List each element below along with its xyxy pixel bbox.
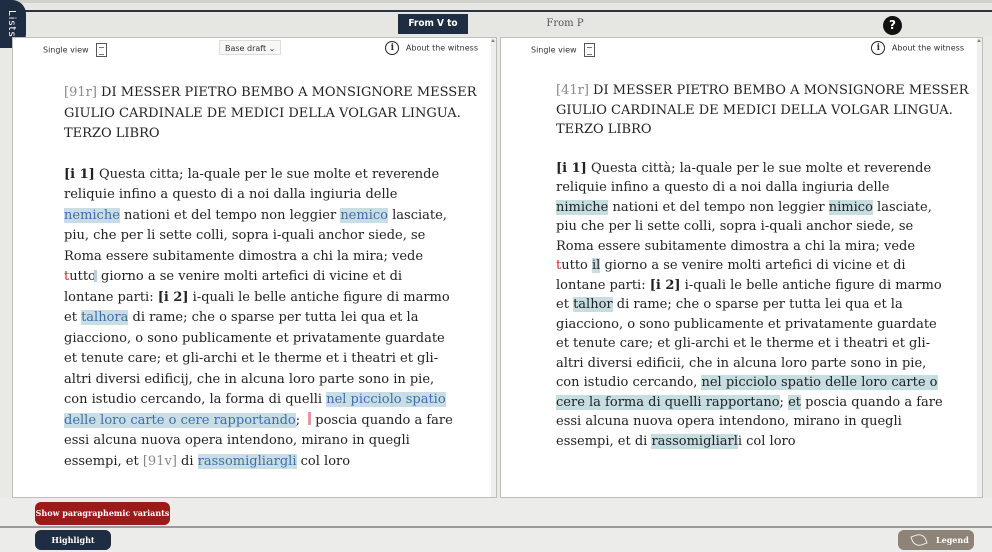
right-paragraph: [i 1] Questa città; la-quale per le sue … xyxy=(556,160,943,449)
legend-button[interactable]: Legend xyxy=(898,530,974,550)
single-view-label: Single view xyxy=(531,45,577,55)
variant-marker[interactable] xyxy=(308,411,312,425)
left-single-view-button[interactable]: Single view xyxy=(43,43,108,57)
variant-highlight[interactable]: rassomigliarl xyxy=(651,433,738,449)
about-witness-label: About the witness xyxy=(405,43,478,53)
left-panel-header: Single view Base draft ⌄ i About the wit… xyxy=(13,38,490,58)
top-toolbar: From V to P From P to T ? xyxy=(0,0,992,49)
right-scrollbar[interactable] xyxy=(977,38,982,497)
page-ref: [91r] xyxy=(64,85,97,100)
left-paragraph: [i 1] Questa citta; la-quale per le sue … xyxy=(64,166,453,469)
variant-highlight[interactable]: nel picciolo spatio delle loro carte o xyxy=(701,375,938,390)
legend-label: Legend xyxy=(936,535,969,545)
about-witness-label: About the witness xyxy=(891,43,964,53)
variant-highlight[interactable]: et xyxy=(788,394,801,410)
highlight-entities-button[interactable]: Highlight Entities xyxy=(35,530,111,550)
page-ref: [41r] xyxy=(556,83,589,98)
variant-highlight[interactable]: nemiche xyxy=(64,207,120,223)
right-single-view-button[interactable]: Single view xyxy=(531,43,596,57)
right-panel-header: Single view i About the witness xyxy=(501,38,976,58)
help-icon[interactable]: ? xyxy=(883,16,902,35)
info-icon: i xyxy=(385,41,400,55)
leaf-icon xyxy=(910,531,928,549)
left-scrollbar[interactable] xyxy=(491,38,496,497)
variant-highlight[interactable]: talhora xyxy=(81,310,129,325)
left-about-witness-button[interactable]: i About the witness xyxy=(385,41,478,55)
single-view-label: Single view xyxy=(43,45,89,55)
bottom-divider xyxy=(0,526,992,528)
variant-highlight[interactable]: nemico xyxy=(340,207,388,223)
document-icon xyxy=(96,43,108,57)
bottom-bar: Show paragraphemic variants Highlight En… xyxy=(0,498,992,552)
info-icon: i xyxy=(871,41,886,55)
left-witness-panel: Single view Base draft ⌄ i About the wit… xyxy=(12,37,497,498)
right-title: [41r] DI MESSER PIETRO BEMBO A MONSIGNOR… xyxy=(556,83,969,137)
base-draft-dropdown[interactable]: Base draft ⌄ xyxy=(219,40,282,55)
right-about-witness-button[interactable]: i About the witness xyxy=(871,41,964,55)
variant-highlight[interactable]: nimico xyxy=(828,199,873,215)
right-witness-text: [41r] DI MESSER PIETRO BEMBO A MONSIGNOR… xyxy=(556,81,968,451)
lists-tab-label: Lists xyxy=(6,10,17,38)
variant-highlight[interactable]: cere la forma di quelli rapportano xyxy=(556,394,780,410)
variant-marker[interactable] xyxy=(93,270,97,282)
variant-highlight[interactable]: delle loro carte o cere rapportando xyxy=(64,412,296,428)
mode-p-to-t-button[interactable]: From P to T xyxy=(532,14,598,49)
variant-highlight[interactable]: talhor xyxy=(573,297,613,312)
toolbar-rule xyxy=(14,10,992,12)
mode-v-to-p-button[interactable]: From V to P xyxy=(398,14,468,49)
document-icon xyxy=(584,43,596,57)
variant-highlight[interactable]: nel picciolo spatio xyxy=(326,392,446,407)
right-witness-panel: Single view i About the witness [41r] DI… xyxy=(500,37,983,498)
variant-highlight[interactable]: il xyxy=(592,258,601,273)
variant-highlight[interactable]: nimiche xyxy=(556,199,609,215)
variant-highlight[interactable]: rassomigliargli xyxy=(197,453,297,469)
show-paragraphemic-variants-button[interactable]: Show paragraphemic variants xyxy=(35,502,170,525)
left-title: [91r] DI MESSER PIETRO BEMBO A MONSIGNOR… xyxy=(64,85,477,141)
left-witness-text: [91r] DI MESSER PIETRO BEMBO A MONSIGNOR… xyxy=(64,83,476,472)
